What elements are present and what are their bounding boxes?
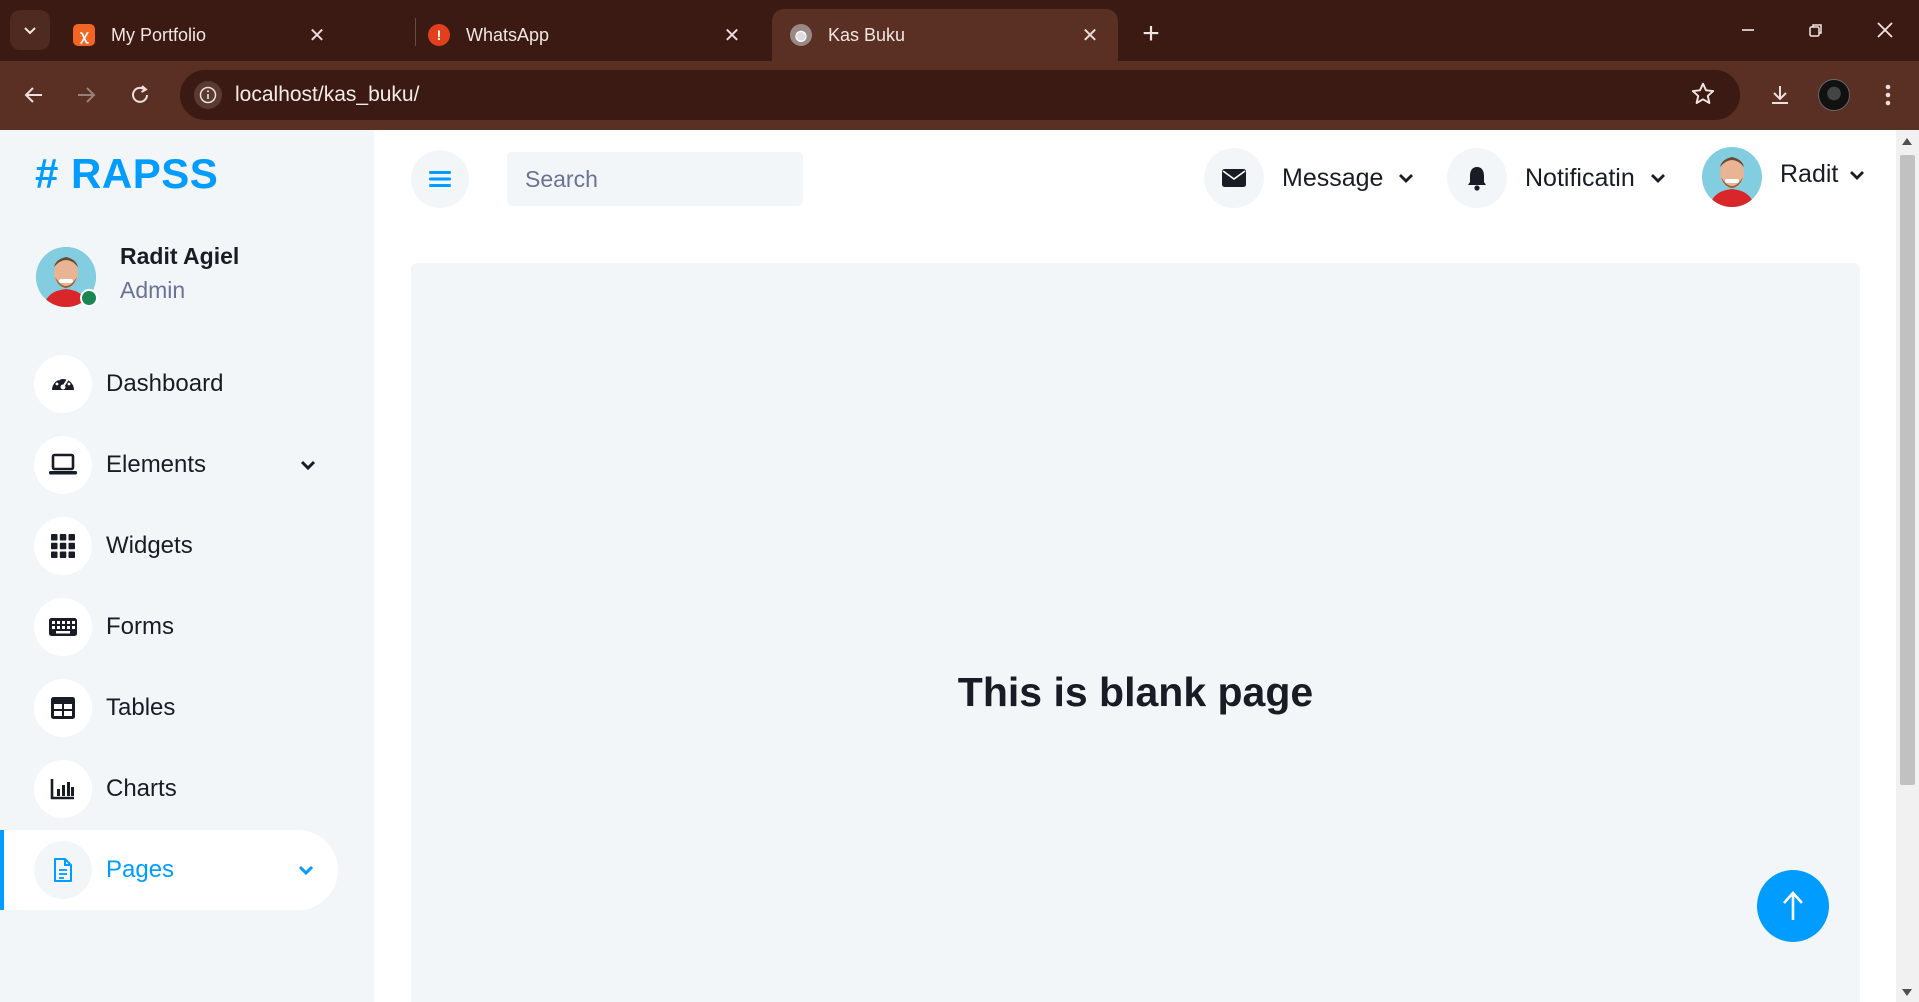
profile-label: Radit: [1780, 159, 1839, 188]
globe-icon: ◍: [790, 24, 812, 46]
avatar: [1702, 147, 1762, 207]
speedometer-icon: [34, 355, 92, 413]
sidebar-item-pages[interactable]: Pages: [0, 830, 338, 910]
browser-toolbar: localhost/kas_buku/: [0, 61, 1919, 130]
minimize-button[interactable]: [1718, 10, 1778, 50]
message-dropdown[interactable]: Message: [1204, 148, 1415, 208]
search-input[interactable]: [507, 152, 803, 206]
page-title: This is blank page: [957, 669, 1314, 715]
chevron-down-icon: [298, 865, 314, 876]
arrow-left-icon: [24, 87, 42, 103]
sidebar-item-label: Tables: [106, 694, 176, 721]
tab-title: Kas Buku: [828, 24, 906, 45]
download-icon: [1772, 86, 1788, 104]
tab-whatsapp[interactable]: ! WhatsApp ✕: [410, 9, 760, 61]
sidebar-item-tables[interactable]: Tables: [0, 668, 340, 748]
sidebar-item-label: Dashboard: [106, 370, 224, 397]
reload-button[interactable]: [120, 75, 160, 115]
sidebar: # RAPSS Radit Agiel Admin Dashboard Elem…: [0, 130, 374, 1002]
sidebar-item-label: Charts: [106, 775, 177, 802]
sidebar-item-dashboard[interactable]: Dashboard: [0, 344, 340, 424]
hamburger-icon: [429, 171, 451, 187]
close-window-button[interactable]: [1855, 10, 1915, 50]
sidebar-item-charts[interactable]: Charts: [0, 749, 340, 829]
page-scrollbar[interactable]: [1896, 130, 1919, 1002]
sidebar-user-avatar: [36, 247, 98, 307]
web-page: # RAPSS Radit Agiel Admin Dashboard Elem…: [0, 130, 1896, 1002]
tab-search-button[interactable]: [10, 10, 50, 50]
close-tab-icon[interactable]: ✕: [303, 21, 331, 49]
table-icon: [34, 679, 92, 737]
sidebar-item-label: Pages: [106, 856, 175, 883]
close-icon: [1877, 22, 1893, 38]
arrow-right-icon: [78, 87, 96, 103]
alert-icon: !: [428, 24, 450, 46]
download-button[interactable]: [1760, 75, 1800, 115]
tab-title: WhatsApp: [466, 24, 550, 45]
minimize-icon: [1742, 29, 1754, 31]
grid-icon: [34, 517, 92, 575]
xampp-icon: ꭓ: [73, 24, 95, 46]
top-navbar: Message Notificatin Radit: [374, 130, 1896, 226]
bookmark-star-icon[interactable]: [1690, 81, 1718, 109]
more-vertical-icon: [1885, 84, 1891, 106]
profile-button[interactable]: [1814, 75, 1854, 115]
user-role: Admin: [120, 277, 186, 303]
site-info-icon[interactable]: [194, 81, 222, 109]
bell-icon: [1447, 148, 1507, 208]
keyboard-icon: [34, 598, 92, 656]
sidebar-item-label: Widgets: [106, 532, 193, 559]
blank-page-card: This is blank page: [411, 263, 1860, 1002]
back-button[interactable]: [14, 75, 54, 115]
bar-chart-icon: [34, 760, 92, 818]
reload-icon: [132, 85, 148, 103]
chevron-down-icon: [1650, 174, 1665, 183]
chevron-down-icon: [24, 27, 36, 35]
arrow-up-icon: [1783, 891, 1803, 920]
sidebar-item-widgets[interactable]: Widgets: [0, 506, 340, 586]
tab-kas-buku[interactable]: ◍ Kas Buku ✕: [772, 9, 1118, 61]
sidebar-item-elements[interactable]: Elements: [0, 425, 340, 505]
chevron-down-icon: [300, 460, 316, 471]
scroll-down-arrow[interactable]: [1902, 989, 1912, 996]
browser-profile-avatar: [1818, 79, 1850, 111]
profile-dropdown[interactable]: Radit: [1702, 147, 1866, 207]
chevron-down-icon: [1850, 171, 1865, 180]
sidebar-item-label: Forms: [106, 613, 174, 640]
message-label: Message: [1282, 163, 1384, 192]
tab-my-portfolio[interactable]: ꭓ My Portfolio ✕: [55, 9, 345, 61]
user-name: Radit Agiel: [120, 243, 240, 269]
notification-label: Notificatin: [1525, 163, 1635, 192]
scroll-up-arrow[interactable]: [1902, 138, 1912, 145]
sidebar-item-forms[interactable]: Forms: [0, 587, 340, 667]
forward-button[interactable]: [66, 75, 106, 115]
back-to-top-button[interactable]: [1757, 870, 1829, 942]
notification-dropdown[interactable]: Notificatin: [1447, 148, 1667, 208]
restore-icon: [1809, 24, 1822, 37]
laptop-icon: [34, 436, 92, 494]
tab-title: My Portfolio: [111, 24, 207, 45]
scroll-thumb[interactable]: [1900, 155, 1915, 785]
url-text: localhost/kas_buku/: [235, 83, 420, 106]
brand-logo[interactable]: # RAPSS: [35, 150, 218, 198]
plus-icon: +: [1142, 17, 1160, 50]
online-status-dot: [80, 289, 98, 307]
browser-menu-button[interactable]: [1868, 75, 1908, 115]
close-tab-icon[interactable]: ✕: [718, 21, 746, 49]
restore-button[interactable]: [1786, 10, 1846, 50]
chevron-down-icon: [1399, 174, 1414, 183]
file-icon: [34, 841, 92, 899]
envelope-icon: [1204, 148, 1264, 208]
browser-tab-bar: ꭓ My Portfolio ✕ ! WhatsApp ✕ ◍ Kas Buku…: [0, 0, 1919, 61]
new-tab-button[interactable]: +: [1133, 16, 1169, 52]
sidebar-item-label: Elements: [106, 451, 207, 478]
close-tab-icon[interactable]: ✕: [1076, 21, 1104, 49]
sidebar-toggle-button[interactable]: [411, 150, 469, 208]
address-bar[interactable]: localhost/kas_buku/: [180, 70, 1740, 120]
